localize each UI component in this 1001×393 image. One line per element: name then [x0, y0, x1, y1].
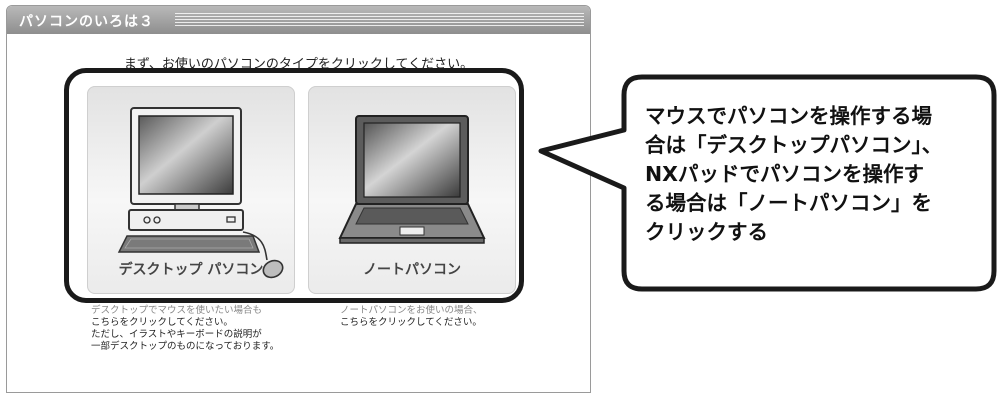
callout-text: マウスでパソコンを操作する場 合は「デスクトップパソコン」、 NXパッドでパソコ… — [645, 104, 943, 244]
